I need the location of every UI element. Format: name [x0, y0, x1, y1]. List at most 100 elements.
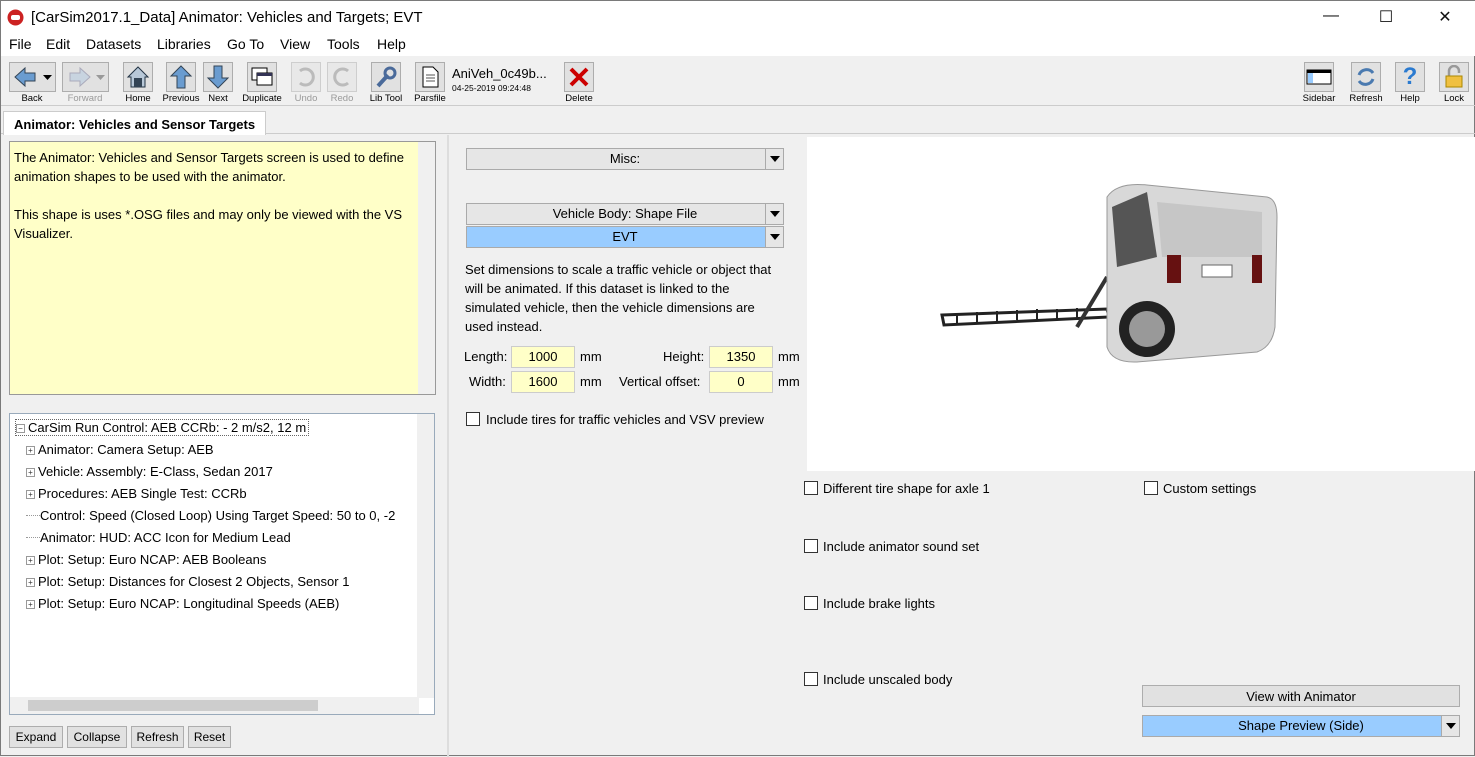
parsfile-button[interactable]: [415, 62, 445, 92]
chevron-down-icon: [1441, 716, 1459, 736]
maximize-button[interactable]: ☐: [1376, 7, 1396, 27]
tree-item[interactable]: + Vehicle: Assembly: E-Class, Sedan 2017: [26, 464, 273, 479]
duplicate-button[interactable]: [247, 62, 277, 92]
tree-item[interactable]: + Plot: Setup: Euro NCAP: AEB Booleans: [26, 552, 266, 567]
dataset-tree: − CarSim Run Control: AEB CCRb: - 2 m/s2,…: [9, 413, 435, 715]
expand-icon[interactable]: +: [26, 446, 35, 455]
window-title: [CarSim2017.1_Data] Animator: Vehicles a…: [31, 9, 423, 26]
vertical-offset-input[interactable]: 0: [709, 371, 773, 393]
menu-libraries[interactable]: Libraries: [157, 36, 211, 52]
title-bar: [CarSim2017.1_Data] Animator: Vehicles a…: [1, 1, 1475, 34]
menu-help[interactable]: Help: [377, 36, 406, 52]
length-input[interactable]: 1000: [511, 346, 575, 368]
expand-icon[interactable]: +: [26, 468, 35, 477]
shape-type-dropdown[interactable]: Vehicle Body: Shape File: [466, 203, 784, 225]
sidebar-button[interactable]: [1304, 62, 1334, 92]
close-button[interactable]: ✕: [1435, 7, 1455, 27]
redo-icon: [333, 67, 349, 87]
brake-lights-checkbox[interactable]: [804, 596, 818, 610]
expand-icon[interactable]: +: [26, 490, 35, 499]
back-button[interactable]: [9, 62, 56, 92]
wrench-icon: [376, 66, 397, 88]
home-button[interactable]: [123, 62, 153, 92]
tree-item[interactable]: + Animator: Camera Setup: AEB: [26, 442, 214, 457]
toolbar: Back Forward Home Previous Next Duplicat…: [1, 58, 1475, 106]
collapse-button[interactable]: Collapse: [67, 726, 127, 748]
next-button[interactable]: [203, 62, 233, 92]
undo-button[interactable]: [291, 62, 321, 92]
down-arrow-icon: [206, 65, 230, 89]
shape-file-dropdown[interactable]: EVT: [466, 226, 784, 248]
include-tires-checkbox[interactable]: [466, 412, 480, 426]
tree-refresh-button[interactable]: Refresh: [131, 726, 184, 748]
different-tire-shape-checkbox[interactable]: [804, 481, 818, 495]
minimize-button[interactable]: —: [1321, 7, 1341, 25]
menu-edit[interactable]: Edit: [46, 36, 70, 52]
menu-file[interactable]: File: [9, 36, 32, 52]
sound-set-label: Include animator sound set: [823, 539, 980, 554]
height-input[interactable]: 1350: [709, 346, 773, 368]
tree-item-label: Vehicle: Assembly: E-Class, Sedan 2017: [38, 464, 273, 479]
tree-item[interactable]: Control: Speed (Closed Loop) Using Targe…: [26, 508, 395, 523]
tree-item-label: Animator: HUD: ACC Icon for Medium Lead: [40, 530, 291, 545]
misc-dropdown[interactable]: Misc:: [466, 148, 784, 170]
lib-tool-button[interactable]: [371, 62, 401, 92]
tree-item[interactable]: + Procedures: AEB Single Test: CCRb: [26, 486, 247, 501]
delete-x-icon: [569, 67, 589, 87]
misc-label: Misc:: [609, 151, 641, 166]
tree-item[interactable]: + Plot: Setup: Euro NCAP: Longitudinal Sp…: [26, 596, 339, 611]
tab-animator-vehicles[interactable]: Animator: Vehicles and Sensor Targets: [3, 111, 267, 135]
tree-vscrollbar[interactable]: [417, 414, 434, 698]
refresh-icon: [1357, 68, 1375, 86]
menu-view[interactable]: View: [280, 36, 310, 52]
chevron-down-icon: [765, 149, 783, 169]
height-unit: mm: [778, 349, 800, 364]
expand-icon[interactable]: +: [26, 556, 35, 565]
chevron-down-icon: [765, 227, 783, 247]
delete-button[interactable]: [564, 62, 594, 92]
chevron-down-icon: [765, 204, 783, 224]
height-label: Height:: [663, 349, 705, 364]
lock-icon: [1445, 65, 1463, 88]
menu-datasets[interactable]: Datasets: [86, 36, 141, 52]
different-tire-shape-label: Different tire shape for axle 1: [823, 481, 990, 496]
splitter[interactable]: [447, 135, 449, 757]
reset-button[interactable]: Reset: [188, 726, 231, 748]
unscaled-body-checkbox[interactable]: [804, 672, 818, 686]
tree-item-label: Plot: Setup: Distances for Closest 2 Obj…: [38, 574, 350, 589]
expand-icon[interactable]: +: [26, 600, 35, 609]
expand-icon[interactable]: +: [26, 578, 35, 587]
previous-button[interactable]: [166, 62, 196, 92]
view-with-animator-button[interactable]: View with Animator: [1142, 685, 1460, 707]
tree-item[interactable]: Animator: HUD: ACC Icon for Medium Lead: [26, 530, 291, 545]
notes-textarea[interactable]: The Animator: Vehicles and Sensor Target…: [9, 141, 436, 395]
tree-connector: [26, 515, 40, 516]
lock-button[interactable]: [1439, 62, 1469, 92]
width-unit: mm: [580, 374, 602, 389]
back-arrow-icon: [13, 66, 52, 88]
tree-item[interactable]: + Plot: Setup: Distances for Closest 2 Ob…: [26, 574, 349, 589]
menu-goto[interactable]: Go To: [227, 36, 264, 52]
sound-set-checkbox[interactable]: [804, 539, 818, 553]
tree-root-label: CarSim Run Control: AEB CCRb: - 2 m/s2, …: [28, 420, 307, 435]
expand-button[interactable]: Expand: [9, 726, 63, 748]
home-icon: [126, 66, 150, 88]
forward-button[interactable]: [62, 62, 109, 92]
delete-label: Delete: [565, 93, 593, 104]
tree-item-label: Animator: Camera Setup: AEB: [38, 442, 214, 457]
custom-settings-checkbox[interactable]: [1144, 481, 1158, 495]
help-button[interactable]: ?: [1395, 62, 1425, 92]
preview-mode-dropdown[interactable]: Shape Preview (Side): [1142, 715, 1460, 737]
tree-root[interactable]: − CarSim Run Control: AEB CCRb: - 2 m/s2,…: [14, 419, 310, 436]
tree-hscrollbar[interactable]: [10, 697, 419, 714]
notes-scrollbar[interactable]: [418, 142, 435, 394]
vertical-offset-unit: mm: [778, 374, 800, 389]
collapse-icon[interactable]: −: [16, 424, 25, 433]
forward-arrow-icon: [69, 66, 105, 88]
menu-tools[interactable]: Tools: [327, 36, 360, 52]
redo-button[interactable]: [327, 62, 357, 92]
shape-type-label: Vehicle Body: Shape File: [552, 206, 698, 221]
tree-item-label: Procedures: AEB Single Test: CCRb: [38, 486, 247, 501]
width-input[interactable]: 1600: [511, 371, 575, 393]
refresh-toolbar-button[interactable]: [1351, 62, 1381, 92]
